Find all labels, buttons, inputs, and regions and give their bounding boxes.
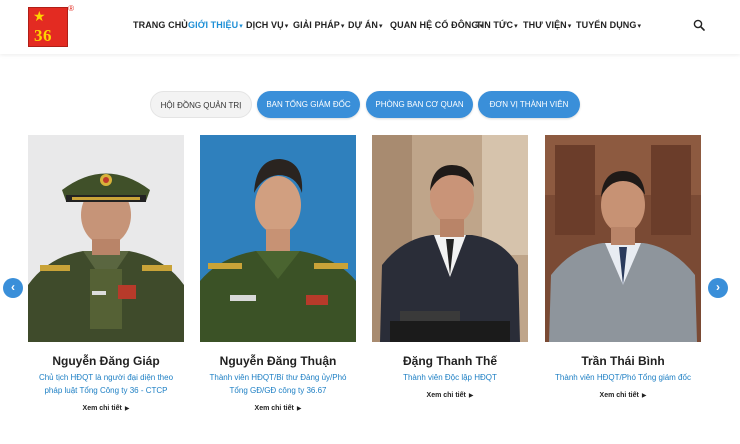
view-details-link[interactable]: Xem chi tiết ▶ [200, 405, 356, 412]
caret-right-icon: ▶ [468, 393, 474, 399]
chevron-down-icon: ▾ [567, 23, 572, 30]
chevron-down-icon: ▾ [239, 23, 243, 30]
nav-item-gioi-thieu[interactable]: GIỚI THIỆU▾ [188, 20, 243, 30]
member-role: Thành viên HĐQT/Bí thư Đảng ủy/Phó Tổng … [209, 373, 347, 395]
member-card: Đặng Thanh Thế Thành viên Độc lập HĐQT X… [372, 135, 528, 399]
caret-right-icon: ▶ [296, 406, 302, 412]
chevron-left-icon: ‹ [11, 280, 15, 294]
chevron-down-icon: ▾ [284, 23, 289, 30]
chevron-down-icon: ▾ [340, 23, 345, 30]
member-photo[interactable] [28, 135, 184, 342]
member-role: Thành viên Độc lập HĐQT [403, 373, 497, 382]
view-details-link[interactable]: Xem chi tiết ▶ [372, 392, 528, 399]
nav-item-quan-he-co-dong[interactable]: QUAN HỆ CỔ ĐÔNG▾ [390, 20, 483, 30]
member-name: Nguyễn Đăng Giáp [52, 354, 160, 368]
member-card: Trần Thái Bình Thành viên HĐQT/Phó Tổng … [545, 135, 701, 399]
member-card: Nguyễn Đăng Thuận Thành viên HĐQT/Bí thư… [200, 135, 356, 412]
member-role: Thành viên HĐQT/Phó Tổng giám đốc [555, 373, 691, 382]
nav-item-giai-phap[interactable]: GIẢI PHÁP▾ [293, 20, 345, 30]
member-name: Trần Thái Bình [581, 354, 665, 368]
main-nav: TRANG CHỦ GIỚI THIỆU▾ DỊCH VỤ▾ GIẢI PHÁP… [0, 0, 740, 54]
member-photo[interactable] [545, 135, 701, 342]
nav-item-trang-chu[interactable]: TRANG CHỦ [133, 20, 189, 30]
member-name: Đặng Thanh Thế [403, 354, 497, 368]
nav-item-tin-tuc[interactable]: TIN TỨC▾ [476, 20, 518, 30]
chevron-down-icon: ▾ [378, 23, 383, 30]
nav-item-du-an[interactable]: DỰ ÁN▾ [348, 20, 383, 30]
search-icon[interactable] [693, 19, 705, 31]
tab-phong-ban-co-quan[interactable]: PHÒNG BAN CƠ QUAN [366, 91, 473, 118]
view-details-link[interactable]: Xem chi tiết ▶ [545, 392, 701, 399]
member-photo[interactable] [372, 135, 528, 342]
view-details-link[interactable]: Xem chi tiết ▶ [28, 405, 184, 412]
nav-item-dich-vu[interactable]: DỊCH VỤ▾ [246, 20, 288, 30]
member-name: Nguyễn Đăng Thuận [219, 354, 337, 368]
caret-right-icon: ▶ [124, 406, 130, 412]
site-header: ★ 36 ® TRANG CHỦ GIỚI THIỆU▾ DỊCH VỤ▾ GI… [0, 0, 740, 54]
tab-don-vi-thanh-vien[interactable]: ĐƠN VỊ THÀNH VIÊN [478, 91, 580, 118]
tab-ban-tong-giam-doc[interactable]: BAN TỔNG GIÁM ĐỐC [257, 91, 360, 118]
chevron-down-icon: ▾ [514, 23, 518, 30]
chevron-down-icon: ▾ [637, 23, 642, 30]
tab-hoi-dong-quan-tri[interactable]: HỘI ĐỒNG QUẢN TRỊ [150, 91, 252, 118]
nav-item-tuyen-dung[interactable]: TUYỂN DỤNG▾ [576, 20, 641, 30]
carousel-next-button[interactable]: › [708, 278, 728, 298]
caret-right-icon: ▶ [641, 393, 647, 399]
member-card: Nguyễn Đăng Giáp Chủ tịch HĐQT là người … [28, 135, 184, 412]
member-role: Chủ tịch HĐQT là người đại diện theo phá… [38, 373, 174, 395]
member-photo[interactable] [200, 135, 356, 342]
carousel-prev-button[interactable]: ‹ [3, 278, 23, 298]
nav-item-thu-vien[interactable]: THƯ VIỆN▾ [523, 20, 571, 30]
chevron-right-icon: › [716, 280, 720, 294]
